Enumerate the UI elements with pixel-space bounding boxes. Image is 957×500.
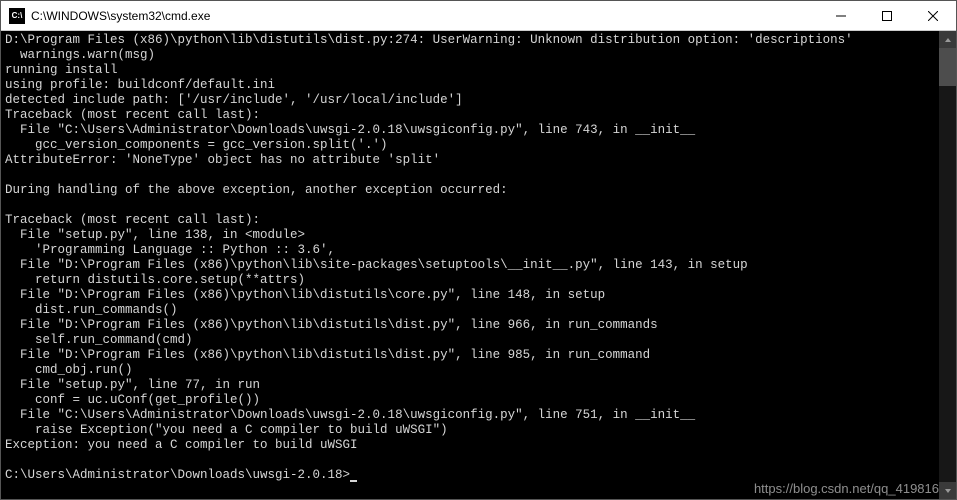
console-line: File "setup.py", line 77, in run — [5, 378, 935, 393]
scroll-down-arrow[interactable] — [939, 482, 956, 499]
console-line: File "C:\Users\Administrator\Downloads\u… — [5, 123, 935, 138]
console-line: return distutils.core.setup(**attrs) — [5, 273, 935, 288]
console-output[interactable]: D:\Program Files (x86)\python\lib\distut… — [1, 31, 939, 499]
console-blank-line — [5, 168, 935, 183]
console-line: File "D:\Program Files (x86)\python\lib\… — [5, 288, 935, 303]
vertical-scrollbar[interactable] — [939, 31, 956, 499]
console-line: dist.run_commands() — [5, 303, 935, 318]
console-line: warnings.warn(msg) — [5, 48, 935, 63]
console-line: AttributeError: 'NoneType' object has no… — [5, 153, 935, 168]
window-title: C:\WINDOWS\system32\cmd.exe — [31, 9, 818, 23]
console-area: D:\Program Files (x86)\python\lib\distut… — [1, 31, 956, 499]
console-line: gcc_version_components = gcc_version.spl… — [5, 138, 935, 153]
scroll-up-arrow[interactable] — [939, 31, 956, 48]
close-button[interactable] — [910, 1, 956, 30]
console-line: raise Exception("you need a C compiler t… — [5, 423, 935, 438]
console-line: detected include path: ['/usr/include', … — [5, 93, 935, 108]
console-line: File "C:\Users\Administrator\Downloads\u… — [5, 408, 935, 423]
console-blank-line — [5, 453, 935, 468]
scroll-track[interactable] — [939, 48, 956, 482]
console-line: File "D:\Program Files (x86)\python\lib\… — [5, 348, 935, 363]
console-line: Traceback (most recent call last): — [5, 213, 935, 228]
console-line: self.run_command(cmd) — [5, 333, 935, 348]
console-line: cmd_obj.run() — [5, 363, 935, 378]
console-line: running install — [5, 63, 935, 78]
cursor — [350, 480, 357, 482]
console-prompt[interactable]: C:\Users\Administrator\Downloads\uwsgi-2… — [5, 468, 935, 483]
console-line: using profile: buildconf/default.ini — [5, 78, 935, 93]
window-controls — [818, 1, 956, 30]
console-line: File "D:\Program Files (x86)\python\lib\… — [5, 258, 935, 273]
titlebar[interactable]: C:\ C:\WINDOWS\system32\cmd.exe — [1, 1, 956, 31]
console-blank-line — [5, 198, 935, 213]
scroll-thumb[interactable] — [939, 48, 956, 86]
app-icon: C:\ — [9, 8, 25, 24]
console-line: Traceback (most recent call last): — [5, 108, 935, 123]
prompt-text: C:\Users\Administrator\Downloads\uwsgi-2… — [5, 468, 350, 482]
cmd-window: C:\ C:\WINDOWS\system32\cmd.exe D:\Progr… — [0, 0, 957, 500]
minimize-button[interactable] — [818, 1, 864, 30]
console-line: 'Programming Language :: Python :: 3.6', — [5, 243, 935, 258]
console-line: conf = uc.uConf(get_profile()) — [5, 393, 935, 408]
console-line: Exception: you need a C compiler to buil… — [5, 438, 935, 453]
console-line: During handling of the above exception, … — [5, 183, 935, 198]
console-line: File "D:\Program Files (x86)\python\lib\… — [5, 318, 935, 333]
console-line: File "setup.py", line 138, in <module> — [5, 228, 935, 243]
maximize-button[interactable] — [864, 1, 910, 30]
console-line: D:\Program Files (x86)\python\lib\distut… — [5, 33, 935, 48]
